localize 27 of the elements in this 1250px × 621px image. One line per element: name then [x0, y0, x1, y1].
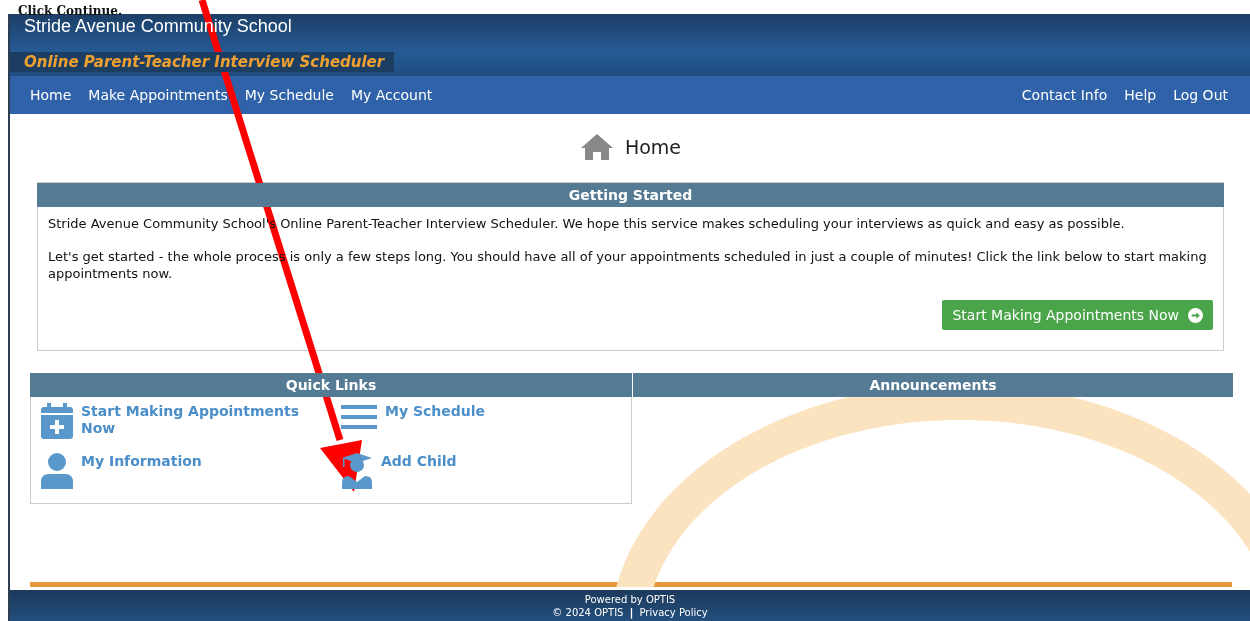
quick-link[interactable]: My Schedule: [385, 403, 486, 420]
panel-header: Announcements: [633, 373, 1233, 397]
nav-link[interactable]: Log Out: [1173, 87, 1228, 103]
start-appointments-button[interactable]: Start Making Appointments Now: [942, 300, 1213, 330]
panel-header: Getting Started: [37, 183, 1224, 207]
home-icon: [580, 134, 613, 160]
quick-link[interactable]: Start Making Appointments Now: [81, 403, 311, 437]
privacy-link[interactable]: Privacy Policy: [639, 605, 708, 619]
nav-link[interactable]: Help: [1124, 87, 1157, 103]
app-subtitle: Online Parent-Teacher Interview Scheduler: [10, 52, 395, 72]
nav-link[interactable]: Home: [30, 87, 72, 103]
list-icon: [341, 403, 377, 431]
quick-link[interactable]: Add Child: [381, 453, 457, 470]
calendar-plus-icon: [41, 403, 73, 439]
quick-link[interactable]: My Information: [81, 453, 202, 470]
nav-link[interactable]: Contact Info: [1021, 87, 1108, 103]
graduate-icon: [341, 453, 373, 489]
footer-text: © 2024 OPTIS: [552, 605, 624, 619]
nav-link[interactable]: My Account: [350, 87, 433, 103]
page-title: Home: [624, 136, 682, 158]
footer-text: Powered by OPTIS: [584, 592, 676, 606]
panel-header: Quick Links: [30, 373, 632, 397]
arrow-circle-icon: [1188, 307, 1203, 323]
person-icon: [41, 453, 73, 489]
footer-separator: |: [629, 605, 634, 619]
nav-link[interactable]: Make Appointments: [88, 87, 228, 103]
nav-link[interactable]: My Schedule: [244, 87, 334, 103]
